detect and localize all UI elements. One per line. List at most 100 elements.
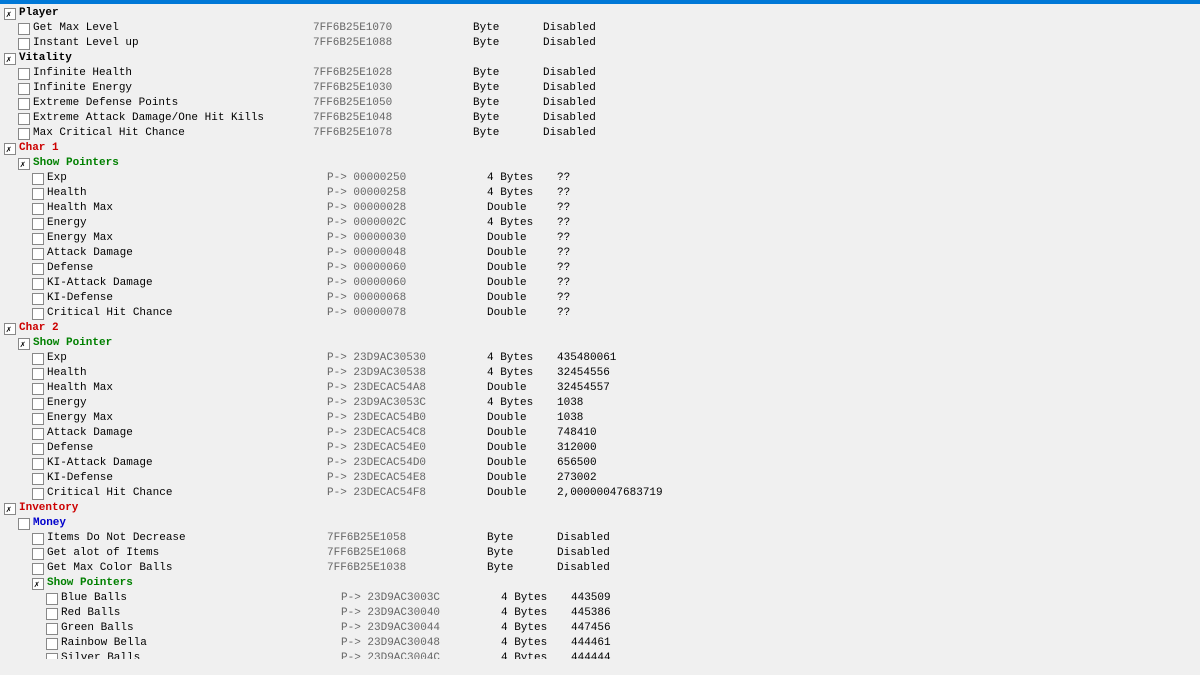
checkbox[interactable]	[32, 488, 44, 500]
table-row[interactable]: Get Max Level7FF6B25E1070ByteDisabled	[0, 21, 1200, 36]
table-row[interactable]: ExpP-> 23D9AC305304 Bytes435480061	[0, 351, 1200, 366]
table-row[interactable]: ExpP-> 000002504 Bytes??	[0, 171, 1200, 186]
table-row[interactable]: Extreme Defense Points7FF6B25E1050ByteDi…	[0, 96, 1200, 111]
table-row[interactable]: Get Max Color Balls7FF6B25E1038ByteDisab…	[0, 561, 1200, 576]
checkbox[interactable]	[4, 323, 16, 335]
checkbox[interactable]	[32, 218, 44, 230]
checkbox[interactable]	[46, 638, 58, 650]
checkbox[interactable]	[18, 83, 30, 95]
table-row[interactable]: Get alot of Items7FF6B25E1068ByteDisable…	[0, 546, 1200, 561]
checkbox[interactable]	[18, 113, 30, 125]
checkbox[interactable]	[4, 503, 16, 515]
table-row[interactable]: Health MaxP-> 23DECAC54A8Double32454557	[0, 381, 1200, 396]
table-row[interactable]: Char 2	[0, 321, 1200, 336]
checkbox[interactable]	[32, 308, 44, 320]
checkbox[interactable]	[32, 263, 44, 275]
row-address: P-> 00000030	[327, 231, 487, 246]
table-row[interactable]: DefenseP-> 00000060Double??	[0, 261, 1200, 276]
table-row[interactable]: Player	[0, 6, 1200, 21]
row-value: 445386	[571, 606, 691, 621]
table-row[interactable]: EnergyP-> 0000002C4 Bytes??	[0, 216, 1200, 231]
checkbox[interactable]	[32, 293, 44, 305]
checkbox[interactable]	[32, 413, 44, 425]
table-row[interactable]: Critical Hit ChanceP-> 00000078Double??	[0, 306, 1200, 321]
table-row[interactable]: Critical Hit ChanceP-> 23DECAC54F8Double…	[0, 486, 1200, 501]
table-row[interactable]: Show Pointers	[0, 576, 1200, 591]
checkbox[interactable]	[18, 338, 30, 350]
checkbox[interactable]	[46, 608, 58, 620]
checkbox[interactable]	[32, 383, 44, 395]
table-row[interactable]: HealthP-> 23D9AC305384 Bytes32454556	[0, 366, 1200, 381]
checkbox[interactable]	[32, 578, 44, 590]
table-row[interactable]: KI-Attack DamageP-> 00000060Double??	[0, 276, 1200, 291]
checkbox[interactable]	[32, 188, 44, 200]
checkbox[interactable]	[32, 278, 44, 290]
checkbox[interactable]	[32, 398, 44, 410]
checkbox[interactable]	[32, 428, 44, 440]
table-row[interactable]: Silver BallsP-> 23D9AC3004C4 Bytes444444	[0, 651, 1200, 659]
table-row[interactable]: Energy MaxP-> 23DECAC54B0Double1038	[0, 411, 1200, 426]
table-row[interactable]: Health MaxP-> 00000028Double??	[0, 201, 1200, 216]
main-container[interactable]: PlayerGet Max Level7FF6B25E1070ByteDisab…	[0, 4, 1200, 659]
table-row[interactable]: Char 1	[0, 141, 1200, 156]
table-row[interactable]: Extreme Attack Damage/One Hit Kills7FF6B…	[0, 111, 1200, 126]
checkbox[interactable]	[32, 443, 44, 455]
table-row[interactable]: DefenseP-> 23DECAC54E0Double312000	[0, 441, 1200, 456]
table-row[interactable]: Items Do Not Decrease7FF6B25E1058ByteDis…	[0, 531, 1200, 546]
checkbox[interactable]	[4, 143, 16, 155]
checkbox[interactable]	[46, 593, 58, 605]
row-label: Exp	[47, 351, 327, 366]
row-value: 435480061	[557, 351, 677, 366]
table-row[interactable]: KI-Attack DamageP-> 23DECAC54D0Double656…	[0, 456, 1200, 471]
checkbox[interactable]	[32, 473, 44, 485]
checkbox[interactable]	[32, 353, 44, 365]
table-row[interactable]: Instant Level up7FF6B25E1088ByteDisabled	[0, 36, 1200, 51]
table-row[interactable]: KI-DefenseP-> 00000068Double??	[0, 291, 1200, 306]
table-row[interactable]: Inventory	[0, 501, 1200, 516]
checkbox[interactable]	[46, 623, 58, 635]
row-address: P-> 23DECAC54E8	[327, 471, 487, 486]
table-row[interactable]: EnergyP-> 23D9AC3053C4 Bytes1038	[0, 396, 1200, 411]
checkbox[interactable]	[32, 548, 44, 560]
table-row[interactable]: Red BallsP-> 23D9AC300404 Bytes445386	[0, 606, 1200, 621]
table-row[interactable]: Infinite Energy7FF6B25E1030ByteDisabled	[0, 81, 1200, 96]
table-row[interactable]: Vitality	[0, 51, 1200, 66]
checkbox[interactable]	[18, 158, 30, 170]
table-row[interactable]: Attack DamageP-> 23DECAC54C8Double748410	[0, 426, 1200, 441]
table-row[interactable]: Attack DamageP-> 00000048Double??	[0, 246, 1200, 261]
checkbox[interactable]	[32, 203, 44, 215]
checkbox[interactable]	[4, 8, 16, 20]
checkbox[interactable]	[32, 533, 44, 545]
row-value: Disabled	[543, 81, 663, 96]
row-address: P-> 23D9AC30048	[341, 636, 501, 651]
checkbox[interactable]	[18, 68, 30, 80]
table-row[interactable]: Show Pointer	[0, 336, 1200, 351]
table-row[interactable]: Money	[0, 516, 1200, 531]
table-row[interactable]: Blue BallsP-> 23D9AC3003C4 Bytes443509	[0, 591, 1200, 606]
checkbox[interactable]	[32, 248, 44, 260]
checkbox[interactable]	[32, 368, 44, 380]
checkbox[interactable]	[32, 233, 44, 245]
table-row[interactable]: HealthP-> 000002584 Bytes??	[0, 186, 1200, 201]
row-type: Byte	[473, 126, 543, 141]
table-row[interactable]: KI-DefenseP-> 23DECAC54E8Double273002	[0, 471, 1200, 486]
checkbox[interactable]	[32, 563, 44, 575]
table-row[interactable]: Rainbow BellaP-> 23D9AC300484 Bytes44446…	[0, 636, 1200, 651]
checkbox[interactable]	[18, 518, 30, 530]
checkbox[interactable]	[18, 38, 30, 50]
row-label: Extreme Defense Points	[33, 96, 313, 111]
checkbox[interactable]	[18, 23, 30, 35]
row-type: Byte	[473, 81, 543, 96]
checkbox[interactable]	[46, 653, 58, 660]
checkbox[interactable]	[18, 98, 30, 110]
table-row[interactable]: Green BallsP-> 23D9AC300444 Bytes447456	[0, 621, 1200, 636]
table-row[interactable]: Infinite Health7FF6B25E1028ByteDisabled	[0, 66, 1200, 81]
checkbox[interactable]	[32, 458, 44, 470]
table-row[interactable]: Energy MaxP-> 00000030Double??	[0, 231, 1200, 246]
table-row[interactable]: Show Pointers	[0, 156, 1200, 171]
table-row[interactable]: Max Critical Hit Chance7FF6B25E1078ByteD…	[0, 126, 1200, 141]
row-label: KI-Defense	[47, 471, 327, 486]
checkbox[interactable]	[32, 173, 44, 185]
checkbox[interactable]	[18, 128, 30, 140]
checkbox[interactable]	[4, 53, 16, 65]
